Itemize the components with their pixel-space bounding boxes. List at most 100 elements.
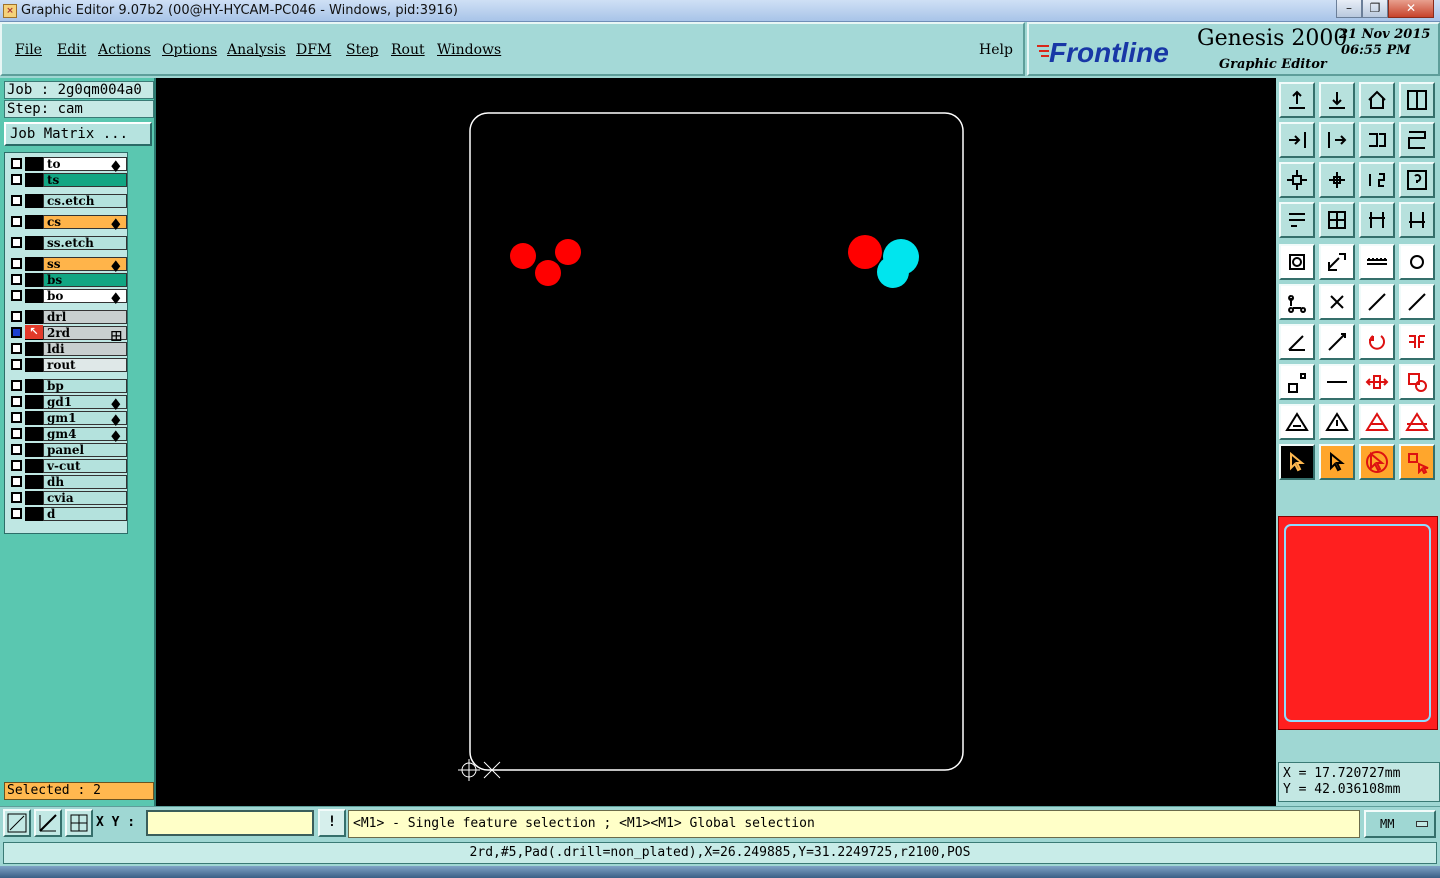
layer-row-ts[interactable]: ts [7,173,127,187]
layer-name[interactable]: dh [43,475,127,489]
grid-icon[interactable] [1319,202,1355,238]
layer-checkbox[interactable] [11,274,22,285]
layer-row-gd1[interactable]: gd1 ♦ [7,395,127,414]
layer-name[interactable]: bp [43,379,127,393]
zoom-icon[interactable] [1319,162,1355,198]
grid-snap-icon[interactable] [65,809,93,837]
ruler-icon[interactable] [1359,244,1395,280]
triangle1-icon[interactable] [1279,404,1315,440]
layer-row-d[interactable]: d [7,507,127,521]
layers-red-icon[interactable] [1359,202,1395,238]
triangle3-icon[interactable] [1359,404,1395,440]
home-icon[interactable] [1359,82,1395,118]
minus-icon[interactable] [1319,364,1355,400]
layer-checkbox[interactable] [11,174,22,185]
layer-name[interactable]: ts [43,173,127,187]
layer-checkbox[interactable] [11,290,22,301]
download-icon[interactable] [1319,82,1355,118]
cross-icon[interactable] [1319,284,1355,320]
upload-icon[interactable] [1279,82,1315,118]
triangle2-icon[interactable] [1319,404,1355,440]
close-button[interactable]: ✕ [1388,0,1434,18]
menu-rout[interactable]: Rout [391,42,425,58]
layer-name[interactable]: cvia [43,491,127,505]
minimize-button[interactable]: – [1336,0,1362,18]
pointer4-icon[interactable] [1399,444,1435,480]
nodes-icon[interactable] [1279,284,1315,320]
rotate-icon[interactable] [1359,324,1395,360]
split-icon[interactable] [1399,82,1435,118]
layer-row-rout[interactable]: rout [7,358,127,372]
triangle4-icon[interactable] [1399,404,1435,440]
layer-checkbox[interactable] [11,237,22,248]
message-icon[interactable]: ! [318,809,346,837]
layer-row-bs[interactable]: bs [7,273,127,287]
layer-row-ss[interactable]: ss ♦ [7,257,127,276]
layer-name[interactable]: v-cut [43,459,127,473]
fit-icon[interactable] [1279,162,1315,198]
layer-checkbox[interactable] [11,428,22,439]
layers-red2-icon[interactable] [1399,202,1435,238]
job-matrix-button[interactable]: Job Matrix ... [4,122,152,146]
menu-analysis[interactable]: Analysis [227,42,286,58]
layer-row-bp[interactable]: bp [7,379,127,393]
layer-name[interactable]: d [43,507,127,521]
layer-checkbox[interactable] [11,195,22,206]
graphic-canvas[interactable] [156,78,1276,806]
layer-row-ldi[interactable]: ldi [7,342,127,356]
measure-icon[interactable] [34,809,62,837]
ratio-icon[interactable] [1359,162,1395,198]
layer-row-cs-etch[interactable]: cs.etch [7,194,127,208]
scale-icon[interactable] [1279,364,1315,400]
layer-row-bo[interactable]: bo ♦ [7,289,127,308]
move-icon[interactable] [1319,244,1355,280]
layer-row-panel[interactable]: panel [7,443,127,457]
layer-row-cs[interactable]: cs ♦ [7,215,127,234]
select-pad-icon[interactable] [1279,244,1315,280]
menu-options[interactable]: Options [162,42,217,58]
layer-row-2rd[interactable]: 2rd ⊞ ↖ [7,325,127,345]
menu-help[interactable]: Help [979,42,1013,58]
menu-file[interactable]: File [15,42,42,58]
layer-checkbox[interactable] [11,444,22,455]
layer-checkbox[interactable] [11,476,22,487]
snap-icon[interactable] [3,809,31,837]
layer-checkbox[interactable] [11,396,22,407]
layer-name[interactable]: cs.etch [43,194,127,208]
angle-icon[interactable] [1279,324,1315,360]
menu-windows[interactable]: Windows [437,42,501,58]
layer-checkbox[interactable] [11,492,22,503]
mirror-icon[interactable] [1399,324,1435,360]
layer-row-cvia[interactable]: cvia [7,491,127,505]
menu-dfm[interactable]: DFM [296,42,331,58]
layer-name[interactable]: bs [43,273,127,287]
layer-checkbox[interactable] [11,359,22,370]
layer-checkbox[interactable] [11,158,22,169]
layer-checkbox[interactable] [11,216,22,227]
layer-row-dh[interactable]: dh [7,475,127,489]
layer-row-drl[interactable]: drl [7,310,127,324]
layer-name[interactable]: rout [43,358,127,372]
layer-name[interactable]: drl [43,310,127,324]
slash-icon[interactable] [1319,324,1355,360]
layer-row-gm1[interactable]: gm1 ♦ [7,411,127,430]
help-icon[interactable] [1399,162,1435,198]
tools-icon[interactable] [1279,202,1315,238]
layer-checkbox[interactable] [11,258,22,269]
shapes-icon[interactable] [1399,364,1435,400]
pointer1-icon[interactable] [1279,444,1315,480]
layer-name[interactable]: ldi [43,342,127,356]
layer-checkbox[interactable] [11,343,22,354]
menu-step[interactable]: Step [346,42,378,58]
right-out-icon[interactable] [1319,122,1355,158]
pointer3-icon[interactable] [1359,444,1395,480]
swap-icon[interactable] [1359,122,1395,158]
layer-name[interactable]: panel [43,443,127,457]
fit-width-icon[interactable] [1359,364,1395,400]
layer-row-ss-etch[interactable]: ss.etch [7,236,127,250]
layer-row-to[interactable]: to ♦ [7,157,127,176]
xy-input[interactable] [146,810,314,836]
unit-select[interactable]: MM [1364,810,1436,838]
menu-actions[interactable]: Actions [98,42,151,58]
menu-edit[interactable]: Edit [57,42,86,58]
